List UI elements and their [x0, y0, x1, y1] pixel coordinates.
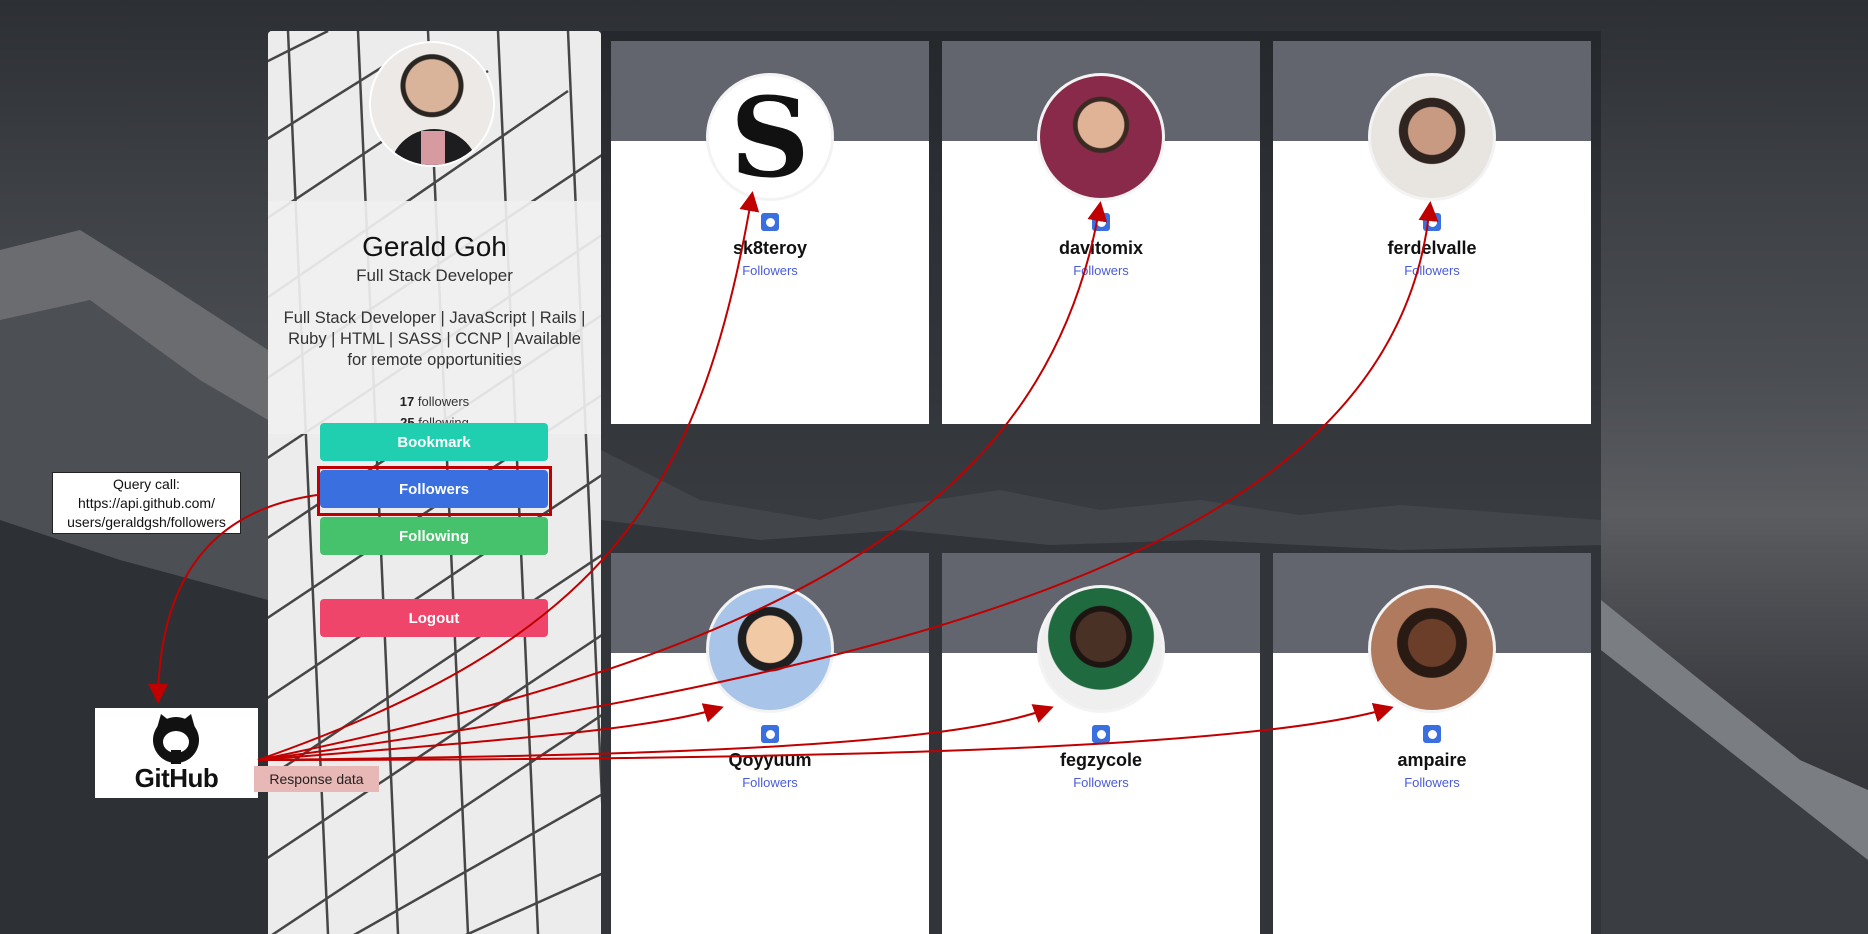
follower-avatar[interactable]	[1037, 73, 1165, 201]
follower-card[interactable]: S sk8teroy Followers	[611, 41, 929, 424]
follower-followers-link[interactable]: Followers	[942, 263, 1260, 278]
followers-stat: 17 followers	[268, 394, 601, 409]
query-call-line-2: https://api.github.com/	[78, 495, 215, 511]
profile-name: Gerald Goh	[362, 231, 507, 262]
avatar-collar	[421, 131, 445, 165]
profile-avatar	[369, 41, 495, 167]
follower-followers-link[interactable]: Followers	[1273, 263, 1591, 278]
follower-card[interactable]: ferdelvalle Followers	[1273, 41, 1591, 424]
follower-avatar[interactable]: S	[706, 73, 834, 201]
follower-card[interactable]: davitomix Followers	[942, 41, 1260, 424]
github-icon[interactable]	[1092, 725, 1110, 743]
follower-login: sk8teroy	[732, 238, 808, 258]
follower-login: davitomix	[1058, 238, 1144, 258]
follower-login: ampaire	[1397, 750, 1467, 770]
github-icon[interactable]	[1423, 725, 1441, 743]
github-icon[interactable]	[1423, 213, 1441, 231]
follower-followers-link[interactable]: Followers	[611, 263, 929, 278]
query-call-line-1: Query call:	[113, 476, 180, 492]
follower-login: ferdelvalle	[1387, 238, 1477, 258]
follower-login: Qoyyuum	[728, 750, 812, 770]
profile-title: Full Stack Developer	[356, 266, 513, 285]
follower-avatar[interactable]	[1368, 73, 1496, 201]
follower-card[interactable]: fegzycole Followers	[942, 553, 1260, 934]
follower-avatar[interactable]	[1368, 585, 1496, 713]
gothic-s-logo-icon: S	[730, 76, 809, 198]
followers-count: 17	[399, 394, 415, 409]
github-icon[interactable]	[761, 213, 779, 231]
follower-avatar[interactable]	[1037, 585, 1165, 713]
query-call-line-3: users/geraldgsh/followers	[67, 514, 226, 530]
followers-stat-label: followers	[414, 394, 470, 409]
follower-card[interactable]: Qoyyuum Followers	[611, 553, 929, 934]
response-data-label: Response data	[254, 766, 379, 792]
github-icon[interactable]	[1092, 213, 1110, 231]
followers-button-highlight	[317, 466, 552, 516]
following-button[interactable]: Following	[320, 517, 548, 555]
github-icon[interactable]	[761, 725, 779, 743]
profile-bio: Full Stack Developer | JavaScript | Rail…	[283, 309, 586, 369]
svg-text:S: S	[730, 76, 809, 198]
octocat-icon	[153, 714, 199, 764]
github-logo: GitHub	[95, 708, 258, 798]
follower-followers-link[interactable]: Followers	[1273, 775, 1591, 790]
bookmark-button[interactable]: Bookmark	[320, 423, 548, 461]
follower-followers-link[interactable]: Followers	[611, 775, 929, 790]
logout-button[interactable]: Logout	[320, 599, 548, 637]
follower-login: fegzycole	[1059, 750, 1143, 770]
query-call-annotation: Query call: https://api.github.com/ user…	[52, 472, 241, 534]
follower-card[interactable]: ampaire Followers	[1273, 553, 1591, 934]
github-wordmark: GitHub	[134, 763, 219, 793]
follower-avatar[interactable]	[706, 585, 834, 713]
follower-followers-link[interactable]: Followers	[942, 775, 1260, 790]
